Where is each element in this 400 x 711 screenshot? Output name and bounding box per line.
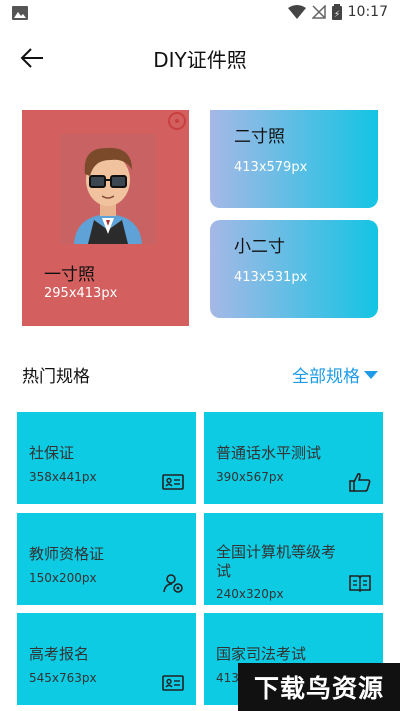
spec-card-college-exam[interactable]: 高考报名 545x763px	[17, 613, 196, 705]
spec-card-size: 240x320px	[216, 587, 284, 601]
wifi-icon	[287, 5, 306, 19]
spec-card-size: 390x567px	[216, 470, 284, 484]
spec-card-title: 高考报名	[29, 645, 90, 663]
status-time: 10:17	[347, 4, 388, 20]
battery-icon: ⚡	[331, 4, 342, 20]
spec-card-mandarin-test[interactable]: 普通话水平测试 390x567px	[204, 412, 383, 504]
watermark-logo: 下载鸟资源	[238, 663, 400, 711]
svg-text:⚡: ⚡	[333, 10, 339, 20]
avatar-illustration	[60, 134, 156, 244]
spec-card-title: 全国计算机等级考试	[216, 543, 337, 580]
status-bar: ⚡ 10:17	[0, 0, 400, 28]
spec-card-size: 545x763px	[29, 671, 97, 685]
spec-card-teacher-cert[interactable]: 教师资格证 150x200px	[17, 513, 196, 605]
spec-card-size: 358x441px	[29, 470, 97, 484]
featured-card-two-inch[interactable]: 二寸照 413x579px	[210, 110, 378, 208]
featured-card-one-inch[interactable]: 一寸照 295x413px	[22, 110, 189, 326]
all-specs-button[interactable]: 全部规格	[292, 362, 378, 387]
triangle-down-icon	[364, 370, 378, 379]
status-indicators: ⚡ 10:17	[287, 4, 388, 20]
featured-card-size: 413x531px	[234, 270, 308, 285]
featured-card-title: 二寸照	[234, 127, 285, 147]
spec-card-computer-exam[interactable]: 全国计算机等级考试 240x320px	[204, 513, 383, 605]
thumbs-up-icon	[349, 472, 371, 492]
all-specs-label: 全部规格	[292, 367, 360, 387]
no-signal-icon	[311, 5, 326, 19]
user-badge-icon	[163, 574, 183, 593]
featured-card-size: 413x579px	[234, 160, 308, 175]
spec-card-title: 社保证	[29, 444, 75, 462]
gallery-icon	[12, 6, 28, 20]
spec-card-title: 国家司法考试	[216, 645, 307, 663]
spec-card-social-security[interactable]: 社保证 358x441px	[17, 412, 196, 504]
book-icon	[349, 575, 371, 593]
record-icon	[168, 112, 186, 130]
featured-card-title: 小二寸	[234, 237, 285, 257]
spec-card-title: 教师资格证	[29, 545, 105, 563]
spec-card-title: 普通话水平测试	[216, 444, 322, 462]
id-card-icon	[162, 675, 184, 691]
featured-card-title: 一寸照	[44, 265, 95, 285]
spec-card-size: 150x200px	[29, 571, 97, 585]
app-header: DIY证件照	[0, 28, 400, 88]
hot-specs-title: 热门规格	[22, 367, 90, 387]
featured-card-small-two-inch[interactable]: 小二寸 413x531px	[210, 220, 378, 318]
featured-card-size: 295x413px	[44, 286, 118, 301]
page-title: DIY证件照	[153, 48, 247, 72]
id-card-icon	[162, 474, 184, 490]
